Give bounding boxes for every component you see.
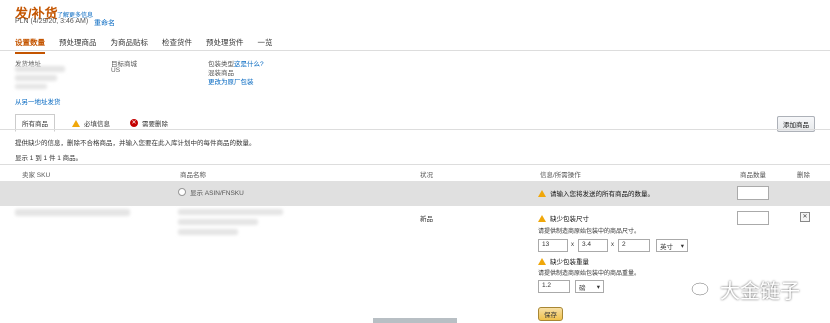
radio-icon: [178, 188, 186, 196]
weight-input[interactable]: 1.2: [538, 280, 570, 293]
filter-tab-remove[interactable]: ✕ 需要删除: [130, 118, 168, 128]
col-units: 商品数量: [740, 172, 766, 179]
watermark-text: 大金链子: [720, 279, 800, 303]
table-top-border: [0, 164, 830, 165]
warning-icon: [538, 189, 546, 197]
rename-link[interactable]: 重命名: [94, 18, 115, 28]
enter-quantity-text: 请输入您将发送的所有商品的数量。: [550, 191, 654, 198]
tab-label-products[interactable]: 为商品贴标: [111, 37, 149, 54]
item-condition: 新品: [420, 216, 433, 223]
filter-tab-all-label: 所有商品: [22, 121, 48, 128]
weight-unit-value: 磅: [579, 284, 586, 292]
col-remove: 删除: [797, 172, 810, 179]
item-units-input[interactable]: [737, 211, 769, 225]
ship-from-address-blurred: [15, 75, 57, 81]
change-packing-link[interactable]: 更改为原厂包装: [208, 76, 254, 86]
missing-weight-title: 缺少包装重量: [538, 256, 589, 266]
missing-weight-desc: 请提供制造商原始包装中的商品重量。: [538, 271, 641, 277]
product-name-blurred: [178, 229, 238, 235]
dimension-width-input[interactable]: 3.4: [578, 239, 608, 252]
all-units-input[interactable]: [737, 186, 769, 200]
dimension-length-input[interactable]: 13: [538, 239, 568, 252]
missing-weight-label: 缺少包装重量: [550, 259, 589, 266]
ship-from-address-blurred: [15, 66, 65, 72]
weight-unit-select[interactable]: 磅 ▾: [575, 280, 604, 293]
remove-item-icon[interactable]: ✕: [800, 212, 810, 222]
dimension-unit-select[interactable]: 英寸 ▾: [656, 239, 688, 252]
remove-circle-icon: ✕: [130, 119, 138, 127]
show-asin-toggle[interactable]: 显示 ASIN/FNSKU: [178, 187, 244, 197]
product-name-blurred: [178, 209, 283, 215]
results-count: 显示 1 到 1 件 1 商品。: [15, 155, 83, 162]
bottom-continue-button[interactable]: [373, 318, 457, 323]
marketplace-value: US: [111, 67, 121, 74]
tab-set-quantity[interactable]: 设置数量: [15, 37, 45, 54]
product-name-blurred: [178, 219, 258, 225]
missing-dimensions-desc: 请提供制造商原始包装中的商品尺寸。: [538, 229, 641, 235]
tab-prep-products[interactable]: 预处理商品: [59, 37, 97, 54]
watermark: 大金链子: [690, 275, 800, 304]
filter-tab-info-needed[interactable]: 必填信息: [72, 118, 110, 128]
tabs-divider: [0, 50, 830, 51]
show-asin-label: 显示 ASIN/FNSKU: [190, 190, 244, 197]
shipment-subtitle: PLN (4/29/20, 3:46 AM): [15, 18, 89, 25]
tab-summary[interactable]: 一览: [258, 37, 273, 54]
dimension-height-input[interactable]: 2: [618, 239, 650, 252]
warning-icon: [72, 119, 80, 127]
tab-review-shipments[interactable]: 检查货件: [162, 37, 192, 54]
ship-from-address-blurred: [15, 84, 47, 89]
dimension-separator: x: [611, 242, 614, 248]
filter-tab-remove-label: 需要删除: [142, 121, 168, 128]
missing-dimensions-title: 缺少包装尺寸: [538, 213, 589, 223]
wechat-logo-icon: [691, 281, 712, 297]
filter-divider: [0, 129, 830, 130]
seller-sku-blurred: [15, 209, 130, 216]
enter-quantity-message: 请输入您将发送的所有商品的数量。: [538, 188, 654, 198]
chevron-down-icon: ▾: [680, 242, 684, 250]
chevron-down-icon: ▾: [596, 283, 600, 291]
col-seller-sku[interactable]: 卖家 SKU: [22, 169, 50, 179]
table-row-all-products: [0, 181, 830, 206]
warning-icon: [538, 214, 546, 222]
dimension-unit-value: 英寸: [660, 243, 673, 251]
ship-from-another-address-link[interactable]: 从另一地址发货: [15, 96, 61, 106]
packing-help-link[interactable]: 这是什么?: [234, 58, 264, 68]
col-condition[interactable]: 状况: [420, 169, 433, 179]
save-button[interactable]: 保存: [538, 307, 563, 321]
tab-prepare-shipments[interactable]: 预处理货件: [206, 37, 244, 54]
filter-tab-info-needed-label: 必填信息: [84, 121, 110, 128]
workflow-tabs: 设置数量 预处理商品 为商品贴标 检查货件 预处理货件 一览: [15, 37, 287, 54]
instructions-text: 提供缺少的信息，删除不合格商品，并输入您要在此入库计划中的每件商品的数量。: [15, 140, 256, 147]
col-product-name[interactable]: 商品名称: [180, 169, 206, 179]
dimension-separator: x: [571, 242, 574, 248]
warning-icon: [538, 257, 546, 265]
missing-dimensions-label: 缺少包装尺寸: [550, 216, 589, 223]
col-info-action: 信息/所需操作: [540, 172, 581, 179]
